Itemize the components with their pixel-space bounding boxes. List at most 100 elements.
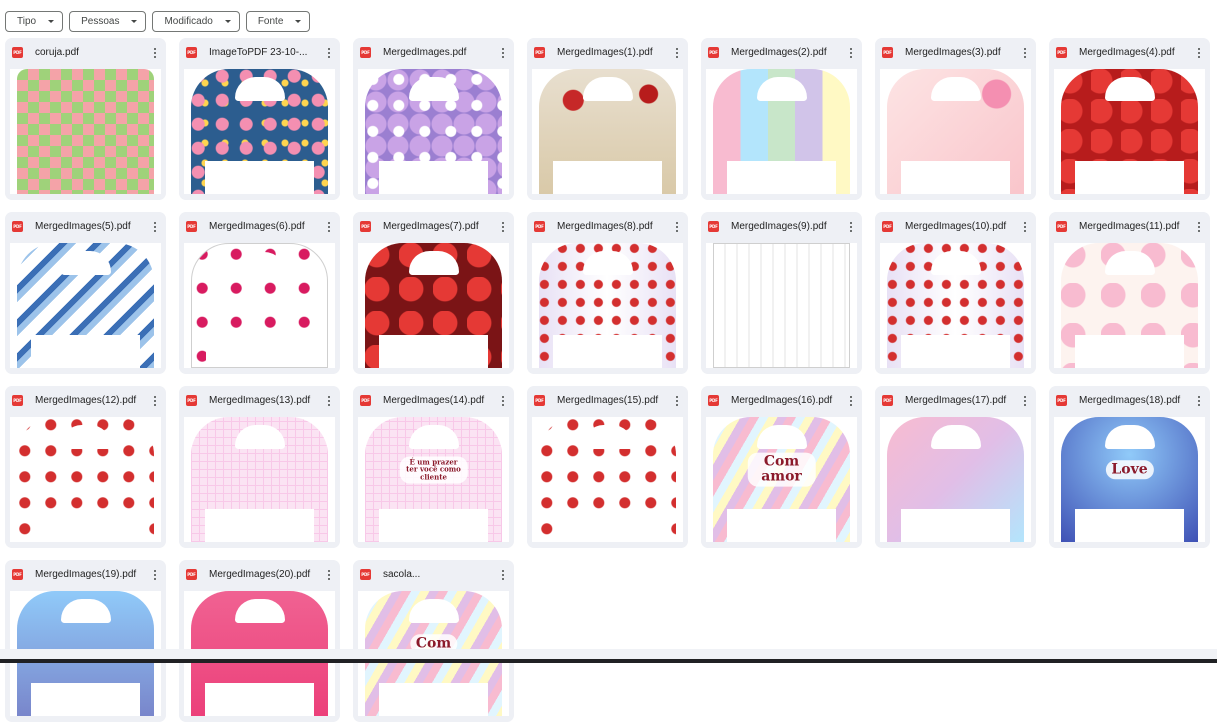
file-card[interactable]: PDF MergedImages(20).pdf	[179, 560, 340, 722]
filter-modified[interactable]: Modificado	[152, 11, 240, 32]
more-options-icon[interactable]	[1194, 395, 1204, 407]
file-thumbnail	[880, 417, 1031, 542]
more-options-icon[interactable]	[324, 47, 334, 59]
pdf-icon: PDF	[882, 47, 893, 58]
bag-handle-hole	[930, 425, 981, 449]
filter-people[interactable]: Pessoas	[69, 11, 147, 32]
file-card[interactable]: PDF coruja.pdf	[5, 38, 166, 200]
bag-label-box	[206, 334, 313, 367]
pdf-icon: PDF	[12, 569, 23, 580]
dropdown-arrow-icon	[224, 20, 231, 23]
file-card[interactable]: PDF MergedImages(13).pdf	[179, 386, 340, 548]
more-options-icon[interactable]	[324, 221, 334, 233]
bag-handle-hole	[234, 252, 285, 276]
bag-handle-hole	[582, 425, 633, 449]
more-options-icon[interactable]	[1020, 395, 1030, 407]
more-options-icon[interactable]	[846, 221, 856, 233]
file-card[interactable]: PDF MergedImages(17).pdf	[875, 386, 1036, 548]
file-card[interactable]: PDF MergedImages(14).pdf É um prazer ter v…	[353, 386, 514, 548]
file-card[interactable]: PDF MergedImages(9).pdf	[701, 212, 862, 374]
file-thumbnail	[1054, 243, 1205, 368]
bag-label-box	[31, 683, 140, 716]
file-card-header: PDF ImageToPDF 23-10-...	[179, 38, 340, 67]
file-name: MergedImages(6).pdf	[209, 221, 305, 232]
file-card[interactable]: PDF MergedImages(7).pdf	[353, 212, 514, 374]
more-options-icon[interactable]	[846, 395, 856, 407]
file-card-header: PDF MergedImages(20).pdf	[179, 560, 340, 589]
filter-people-label: Pessoas	[81, 16, 120, 27]
filter-source[interactable]: Fonte	[245, 11, 311, 32]
pdf-icon: PDF	[360, 47, 371, 58]
file-name: MergedImages(1).pdf	[557, 47, 653, 58]
file-card-header: PDF MergedImages(8).pdf	[527, 212, 688, 241]
more-options-icon[interactable]	[1020, 47, 1030, 59]
bag-label-box	[553, 335, 662, 368]
file-thumbnail: Love	[1054, 417, 1205, 542]
file-name: MergedImages(10).pdf	[905, 221, 1007, 232]
more-options-icon[interactable]	[150, 221, 160, 233]
file-card[interactable]: PDF MergedImages(16).pdf Com amor	[701, 386, 862, 548]
more-options-icon[interactable]	[150, 395, 160, 407]
file-card[interactable]: PDF MergedImages(15).pdf	[527, 386, 688, 548]
more-options-icon[interactable]	[498, 221, 508, 233]
more-options-icon[interactable]	[324, 569, 334, 581]
more-options-icon[interactable]	[1020, 221, 1030, 233]
more-options-icon[interactable]	[324, 395, 334, 407]
file-card[interactable]: PDF MergedImages(18).pdf Love	[1049, 386, 1210, 548]
file-thumbnail	[10, 417, 161, 542]
file-card[interactable]: PDF MergedImages(3).pdf	[875, 38, 1036, 200]
file-card[interactable]: PDF MergedImages(1).pdf	[527, 38, 688, 200]
bag-template-image	[1061, 69, 1198, 194]
pdf-icon: PDF	[360, 395, 371, 406]
file-card[interactable]: PDF MergedImages(6).pdf	[179, 212, 340, 374]
file-card[interactable]: PDF ImageToPDF 23-10-...	[179, 38, 340, 200]
bag-handle-hole	[1104, 77, 1155, 101]
more-options-icon[interactable]	[1194, 47, 1204, 59]
file-name: MergedImages(4).pdf	[1079, 47, 1175, 58]
file-card[interactable]: PDF sacola... Com	[353, 560, 514, 722]
pdf-icon: PDF	[360, 221, 371, 232]
more-options-icon[interactable]	[672, 47, 682, 59]
pdf-icon: PDF	[708, 395, 719, 406]
file-card[interactable]: PDF MergedImages(4).pdf	[1049, 38, 1210, 200]
file-thumbnail	[184, 243, 335, 368]
file-card[interactable]: PDF MergedImages.pdf	[353, 38, 514, 200]
file-card[interactable]: PDF MergedImages(8).pdf	[527, 212, 688, 374]
file-card[interactable]: PDF MergedImages(19).pdf	[5, 560, 166, 722]
file-grid: PDF coruja.pdf PDF ImageToPDF 23-10-... PDF M…	[5, 38, 1210, 722]
more-options-icon[interactable]	[498, 395, 508, 407]
file-card-header: PDF MergedImages(14).pdf	[353, 386, 514, 415]
more-options-icon[interactable]	[498, 569, 508, 581]
bag-template-image	[365, 69, 502, 194]
file-card[interactable]: PDF MergedImages(10).pdf	[875, 212, 1036, 374]
pdf-icon: PDF	[12, 221, 23, 232]
bag-handle-hole	[756, 77, 807, 101]
more-options-icon[interactable]	[672, 395, 682, 407]
file-card[interactable]: PDF MergedImages(2).pdf	[701, 38, 862, 200]
more-options-icon[interactable]	[150, 569, 160, 581]
file-card-header: PDF MergedImages(18).pdf	[1049, 386, 1210, 415]
bag-template-image	[1061, 243, 1198, 368]
file-card[interactable]: PDF MergedImages(5).pdf	[5, 212, 166, 374]
file-card[interactable]: PDF MergedImages(12).pdf	[5, 386, 166, 548]
file-name: MergedImages(15).pdf	[557, 395, 659, 406]
file-name: MergedImages(7).pdf	[383, 221, 479, 232]
bag-label-box	[379, 161, 488, 194]
bag-handle-hole	[60, 251, 111, 275]
filter-type[interactable]: Tipo	[5, 11, 64, 32]
file-name: MergedImages(17).pdf	[905, 395, 1007, 406]
more-options-icon[interactable]	[498, 47, 508, 59]
file-card-header: PDF sacola...	[353, 560, 514, 589]
file-card[interactable]: PDF MergedImages(11).pdf	[1049, 212, 1210, 374]
file-card-header: PDF MergedImages(17).pdf	[875, 386, 1036, 415]
more-options-icon[interactable]	[672, 221, 682, 233]
more-options-icon[interactable]	[846, 47, 856, 59]
more-options-icon[interactable]	[1194, 221, 1204, 233]
pdf-icon: PDF	[1056, 395, 1067, 406]
file-thumbnail	[358, 243, 509, 368]
more-options-icon[interactable]	[150, 47, 160, 59]
bag-template-image: É um prazer ter você como cliente	[365, 417, 502, 542]
file-thumbnail: É um prazer ter você como cliente	[358, 417, 509, 542]
bag-template-image	[887, 243, 1024, 368]
pdf-icon: PDF	[186, 569, 197, 580]
